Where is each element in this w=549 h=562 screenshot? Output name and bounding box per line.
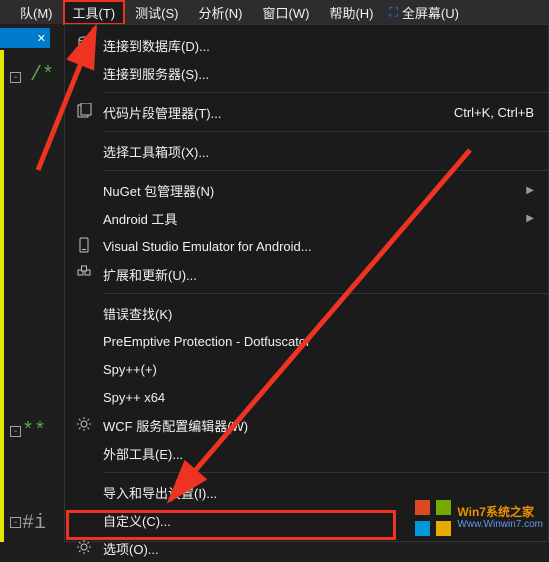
- watermark-url: Www.Winwin7.com: [457, 519, 543, 531]
- code-comment: /*: [30, 64, 54, 87]
- menu-label: 错误查找(K): [103, 304, 534, 323]
- menu-options[interactable]: 选项(O)...: [65, 534, 548, 562]
- menu-spy-plus[interactable]: Spy++(+): [65, 355, 548, 383]
- menu-item-help[interactable]: 帮助(H): [319, 0, 383, 25]
- submenu-arrow-icon: ▶: [526, 213, 534, 224]
- editor-gutter: - /* - ** - #i: [0, 50, 62, 542]
- menu-external-tools[interactable]: 外部工具(E)...: [65, 439, 548, 467]
- menu-choose-toolbox-items[interactable]: 选择工具箱项(X)...: [65, 137, 548, 165]
- menu-label: 扩展和更新(U)...: [103, 265, 534, 284]
- menu-label: 选项(O)...: [103, 539, 534, 558]
- watermark-title: Win7系统之家: [457, 505, 543, 519]
- menu-label: 外部工具(E)...: [103, 444, 534, 463]
- menu-code-snippet-manager[interactable]: 代码片段管理器(T)... Ctrl+K, Ctrl+B: [65, 98, 548, 126]
- snippet-icon: [76, 103, 92, 122]
- menu-dotfuscator[interactable]: PreEmptive Protection - Dotfuscator: [65, 327, 548, 355]
- phone-icon: [76, 237, 92, 256]
- menu-item-test[interactable]: 测试(S): [125, 0, 188, 25]
- windows-logo-icon: [415, 500, 451, 536]
- menu-label: 导入和导出设置(I)...: [103, 483, 534, 502]
- menu-label: Spy++ x64: [103, 390, 534, 405]
- menu-label: 选择工具箱项(X)...: [103, 142, 534, 161]
- menu-label: 连接到数据库(D)...: [103, 36, 534, 55]
- menu-extensions-updates[interactable]: 扩展和更新(U)...: [65, 260, 548, 288]
- extensions-icon: [76, 265, 92, 284]
- toolwindow-tab[interactable]: ✕: [0, 28, 50, 48]
- gear-icon: [76, 539, 92, 558]
- menu-label: Visual Studio Emulator for Android...: [103, 239, 534, 254]
- fullscreen-icon: ⛶: [389, 5, 397, 20]
- menu-label: Android 工具: [103, 209, 518, 228]
- gear-icon: [76, 416, 92, 435]
- menu-connect-server[interactable]: 连接到服务器(S)...: [65, 59, 548, 87]
- menu-label: 代码片段管理器(T)...: [103, 103, 454, 122]
- fullscreen-button[interactable]: ⛶ 全屏幕(U): [389, 3, 458, 22]
- menu-separator: [103, 131, 548, 132]
- menu-item-tools[interactable]: 工具(T): [63, 0, 126, 25]
- code-comment: **: [22, 420, 46, 443]
- menu-shortcut: Ctrl+K, Ctrl+B: [454, 105, 534, 120]
- fold-toggle[interactable]: -: [10, 72, 21, 83]
- menu-label: 连接到服务器(S)...: [103, 64, 534, 83]
- menu-separator: [103, 472, 548, 473]
- menu-separator: [103, 92, 548, 93]
- menu-item-analyze[interactable]: 分析(N): [188, 0, 252, 25]
- menu-label: NuGet 包管理器(N): [103, 181, 518, 200]
- submenu-arrow-icon: ▶: [526, 185, 534, 196]
- db-plug-icon: [76, 36, 92, 55]
- menu-separator: [103, 170, 548, 171]
- fold-toggle[interactable]: -: [10, 517, 21, 528]
- menu-wcf-config-editor[interactable]: WCF 服务配置编辑器(W): [65, 411, 548, 439]
- code-preproc: #i: [22, 512, 46, 535]
- menu-vs-emulator-android[interactable]: Visual Studio Emulator for Android...: [65, 232, 548, 260]
- menu-item-team[interactable]: 队(M): [10, 0, 63, 25]
- menu-android-tools[interactable]: Android 工具 ▶: [65, 204, 548, 232]
- menu-separator: [103, 293, 548, 294]
- menu-spy-plus-x64[interactable]: Spy++ x64: [65, 383, 548, 411]
- menu-error-lookup[interactable]: 错误查找(K): [65, 299, 548, 327]
- menu-item-window[interactable]: 窗口(W): [253, 0, 320, 25]
- menu-bar: 队(M) 工具(T) 测试(S) 分析(N) 窗口(W) 帮助(H) ⛶ 全屏幕…: [0, 0, 549, 24]
- tools-menu-dropdown: 连接到数据库(D)... 连接到服务器(S)... 代码片段管理器(T)... …: [64, 24, 549, 542]
- watermark: Win7系统之家 Www.Winwin7.com: [415, 500, 543, 536]
- change-marker: [0, 50, 4, 542]
- menu-nuget[interactable]: NuGet 包管理器(N) ▶: [65, 176, 548, 204]
- menu-label: WCF 服务配置编辑器(W): [103, 416, 534, 435]
- fold-toggle[interactable]: -: [10, 426, 21, 437]
- close-icon[interactable]: ✕: [37, 32, 46, 45]
- menu-label: PreEmptive Protection - Dotfuscator: [103, 334, 534, 349]
- menu-connect-database[interactable]: 连接到数据库(D)...: [65, 31, 548, 59]
- menu-label: Spy++(+): [103, 362, 534, 377]
